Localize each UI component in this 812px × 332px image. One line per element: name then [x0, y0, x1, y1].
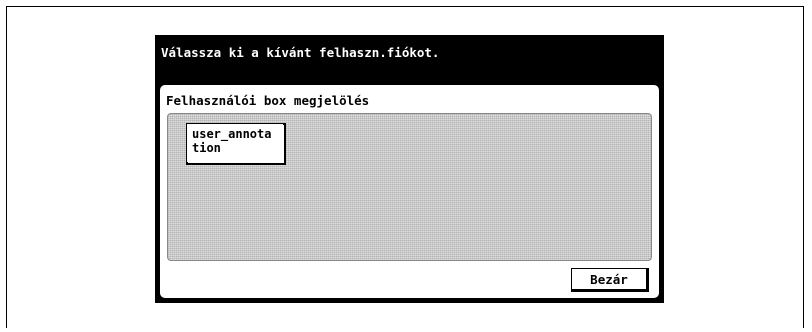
- user-box-button-label: user_annotation: [192, 127, 272, 155]
- panel-title: Felhasználói box megjelölés: [166, 93, 370, 108]
- close-button-label: Bezár: [590, 271, 628, 287]
- close-button[interactable]: Bezár: [571, 268, 649, 292]
- user-box-list: user_annotation: [167, 113, 652, 261]
- user-box-button[interactable]: user_annotation: [186, 123, 286, 165]
- message-bar: Válassza ki a kívánt felhaszn.fiókot.: [161, 45, 440, 60]
- control-panel-screen: Válassza ki a kívánt felhaszn.fiókot. Fe…: [155, 35, 664, 303]
- user-box-selection-panel: Felhasználói box megjelölés user_annotat…: [159, 84, 660, 299]
